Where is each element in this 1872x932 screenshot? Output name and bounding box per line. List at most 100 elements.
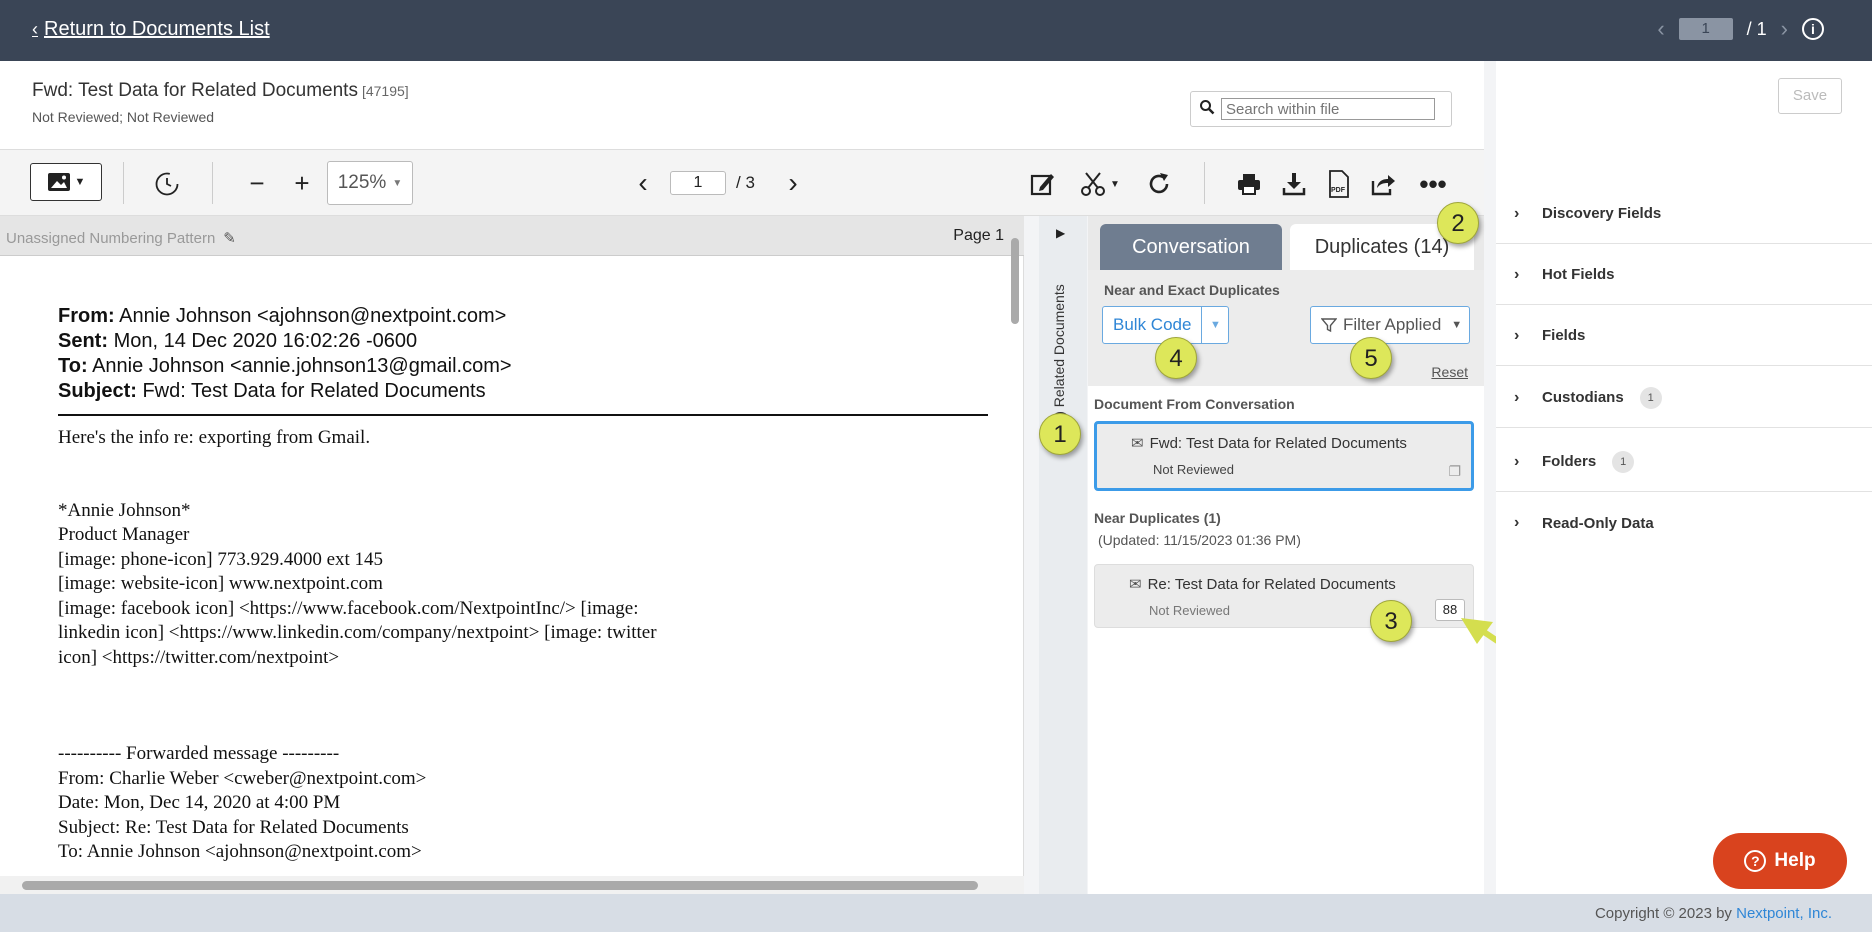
header-divider <box>58 414 988 416</box>
info-icon[interactable]: i <box>1802 18 1824 40</box>
section-read-only-data[interactable]: › Read-Only Data <box>1496 493 1872 553</box>
prev-page-icon[interactable]: ‹ <box>632 167 654 198</box>
count-badge: 1 <box>1639 386 1662 409</box>
body-line: *Annie Johnson* <box>58 499 191 521</box>
history-icon[interactable] <box>152 169 182 199</box>
document-number-input[interactable]: 1 <box>1678 18 1733 40</box>
zoom-select[interactable]: 125% ▼ <box>327 161 413 205</box>
copy-icon[interactable]: ❐ <box>1448 463 1461 480</box>
chevron-right-icon: › <box>1514 514 1520 531</box>
email-body: Here's the info re: exporting from Gmail… <box>58 426 1008 865</box>
chevron-down-icon[interactable]: ▼ <box>1202 307 1228 343</box>
page-total: / 3 <box>736 173 755 192</box>
download-icon[interactable] <box>1279 169 1309 199</box>
page-label: Page 1 <box>953 227 1004 244</box>
next-page-icon[interactable]: › <box>782 167 804 198</box>
return-to-documents-label: Return to Documents List <box>44 18 270 40</box>
metadata-panel: Save › Discovery Fields › Hot Fields › F… <box>1496 61 1872 894</box>
toolbar-divider <box>1204 162 1205 204</box>
page-number-input[interactable]: 1 <box>670 171 726 195</box>
reset-link[interactable]: Reset <box>1431 364 1468 380</box>
filter-dropdown[interactable]: Filter Applied ▼ <box>1310 306 1470 344</box>
company-link[interactable]: Nextpoint, Inc. <box>1736 905 1832 922</box>
card-title: ✉ Fwd: Test Data for Related Documents <box>1131 434 1407 453</box>
section-fields[interactable]: › Fields <box>1496 306 1872 366</box>
body-line: icon] <https://twitter.com/nextpoint> <box>58 646 340 668</box>
email-to-line: To: Annie Johnson <annie.johnson13@gmail… <box>58 355 512 377</box>
card-status: Not Reviewed <box>1149 603 1230 618</box>
document-review-status: Not Reviewed; Not Reviewed <box>32 109 215 125</box>
card-title: ✉ Re: Test Data for Related Documents <box>1129 575 1396 594</box>
rotate-icon[interactable] <box>1144 169 1174 199</box>
related-tabs: Conversation Duplicates (14) <box>1088 216 1484 270</box>
conversation-doc-card[interactable]: ✉ Fwd: Test Data for Related Documents N… <box>1094 421 1474 491</box>
return-to-documents-link[interactable]: ‹ Return to Documents List <box>32 18 270 41</box>
related-documents-toggle[interactable]: ▶ (35) Related Documents <box>1039 216 1087 894</box>
numbering-pattern-label: Unassigned Numbering Pattern <box>6 229 216 247</box>
numbering-pattern: Unassigned Numbering Pattern ✎ <box>6 229 236 248</box>
search-within-file <box>1190 91 1452 127</box>
body-line: ---------- Forwarded message --------- <box>58 743 340 764</box>
document-id: [47195] <box>361 83 409 99</box>
toolbar-divider <box>123 162 124 204</box>
duplicates-controls-title: Near and Exact Duplicates <box>1104 282 1280 298</box>
body-line: Product Manager <box>58 524 190 545</box>
near-duplicate-card[interactable]: ✉ Re: Test Data for Related Documents No… <box>1094 564 1474 628</box>
copyright: Copyright © 2023 by Nextpoint, Inc. <box>1595 905 1832 922</box>
body-line: linkedin icon] <https://www.linkedin.com… <box>58 622 657 643</box>
envelope-icon: ✉ <box>1131 435 1144 452</box>
save-button[interactable]: Save <box>1778 78 1842 114</box>
card-title-text: Fwd: Test Data for Related Documents <box>1149 434 1407 452</box>
image-icon <box>47 173 70 191</box>
chevron-down-icon: ▼ <box>74 176 86 188</box>
chevron-down-icon: ▼ <box>1110 178 1120 190</box>
document-title-text: Fwd: Test Data for Related Documents <box>32 80 358 101</box>
print-icon[interactable] <box>1234 169 1264 199</box>
help-label: Help <box>1774 850 1816 871</box>
section-label: Discovery Fields <box>1542 205 1662 222</box>
scrollbar-thumb[interactable] <box>1011 238 1019 324</box>
horizontal-scrollbar[interactable] <box>0 876 1024 894</box>
near-duplicates-updated: (Updated: 11/15/2023 01:36 PM) <box>1098 532 1301 548</box>
body-line: From: Charlie Weber <cweber@nextpoint.co… <box>58 767 427 789</box>
help-button[interactable]: ? Help <box>1713 833 1847 889</box>
annotate-icon[interactable] <box>1028 169 1058 199</box>
share-icon[interactable] <box>1368 169 1398 199</box>
tab-conversation[interactable]: Conversation <box>1100 224 1282 270</box>
zoom-out-icon[interactable]: − <box>244 168 270 198</box>
callout-marker: 4 <box>1155 337 1197 379</box>
card-title-text: Re: Test Data for Related Documents <box>1147 575 1396 593</box>
section-label: Custodians <box>1542 389 1624 406</box>
pdf-icon[interactable]: PDF <box>1324 169 1354 199</box>
related-documents-label: (35) Related Documents <box>1051 284 1067 436</box>
filter-label: Filter Applied <box>1343 315 1442 334</box>
image-view-button[interactable]: ▼ <box>30 163 102 201</box>
section-hot-fields[interactable]: › Hot Fields <box>1496 245 1872 305</box>
card-status: Not Reviewed <box>1153 462 1234 477</box>
caret-right-icon: ▶ <box>1056 226 1066 240</box>
more-options-icon[interactable]: ••• <box>1416 169 1450 199</box>
prev-document-icon[interactable]: ‹ <box>1657 16 1664 42</box>
section-folders[interactable]: › Folders 1 <box>1496 432 1872 492</box>
body-line: [image: facebook icon] <https://www.face… <box>58 597 639 619</box>
section-custodians[interactable]: › Custodians 1 <box>1496 368 1872 428</box>
section-label: Folders <box>1542 453 1597 470</box>
section-discovery-fields[interactable]: › Discovery Fields <box>1496 184 1872 244</box>
email-subject-line: Subject: Fwd: Test Data for Related Docu… <box>58 380 486 402</box>
redact-scissors-icon[interactable]: ▼ <box>1078 169 1122 199</box>
email-from-line: From: Annie Johnson <ajohnson@nextpoint.… <box>58 305 507 327</box>
search-input[interactable] <box>1221 98 1435 120</box>
vertical-scrollbar[interactable] <box>1011 226 1019 876</box>
scrollbar-thumb[interactable] <box>22 881 978 890</box>
chevron-right-icon: › <box>1514 326 1520 344</box>
top-nav-bar: ‹ Return to Documents List ‹ 1 / 1 › i <box>0 0 1872 61</box>
page-number-group: 1 / 3 <box>670 171 755 195</box>
chevron-left-icon: ‹ <box>32 19 38 39</box>
zoom-in-icon[interactable]: + <box>289 168 315 198</box>
next-document-icon[interactable]: › <box>1781 16 1788 42</box>
bulk-code-label: Bulk Code <box>1103 307 1203 343</box>
pencil-icon[interactable]: ✎ <box>223 229 236 247</box>
svg-text:PDF: PDF <box>1331 187 1346 194</box>
section-label: Read-Only Data <box>1542 514 1654 532</box>
document-page: From: Annie Johnson <ajohnson@nextpoint.… <box>58 256 1008 876</box>
